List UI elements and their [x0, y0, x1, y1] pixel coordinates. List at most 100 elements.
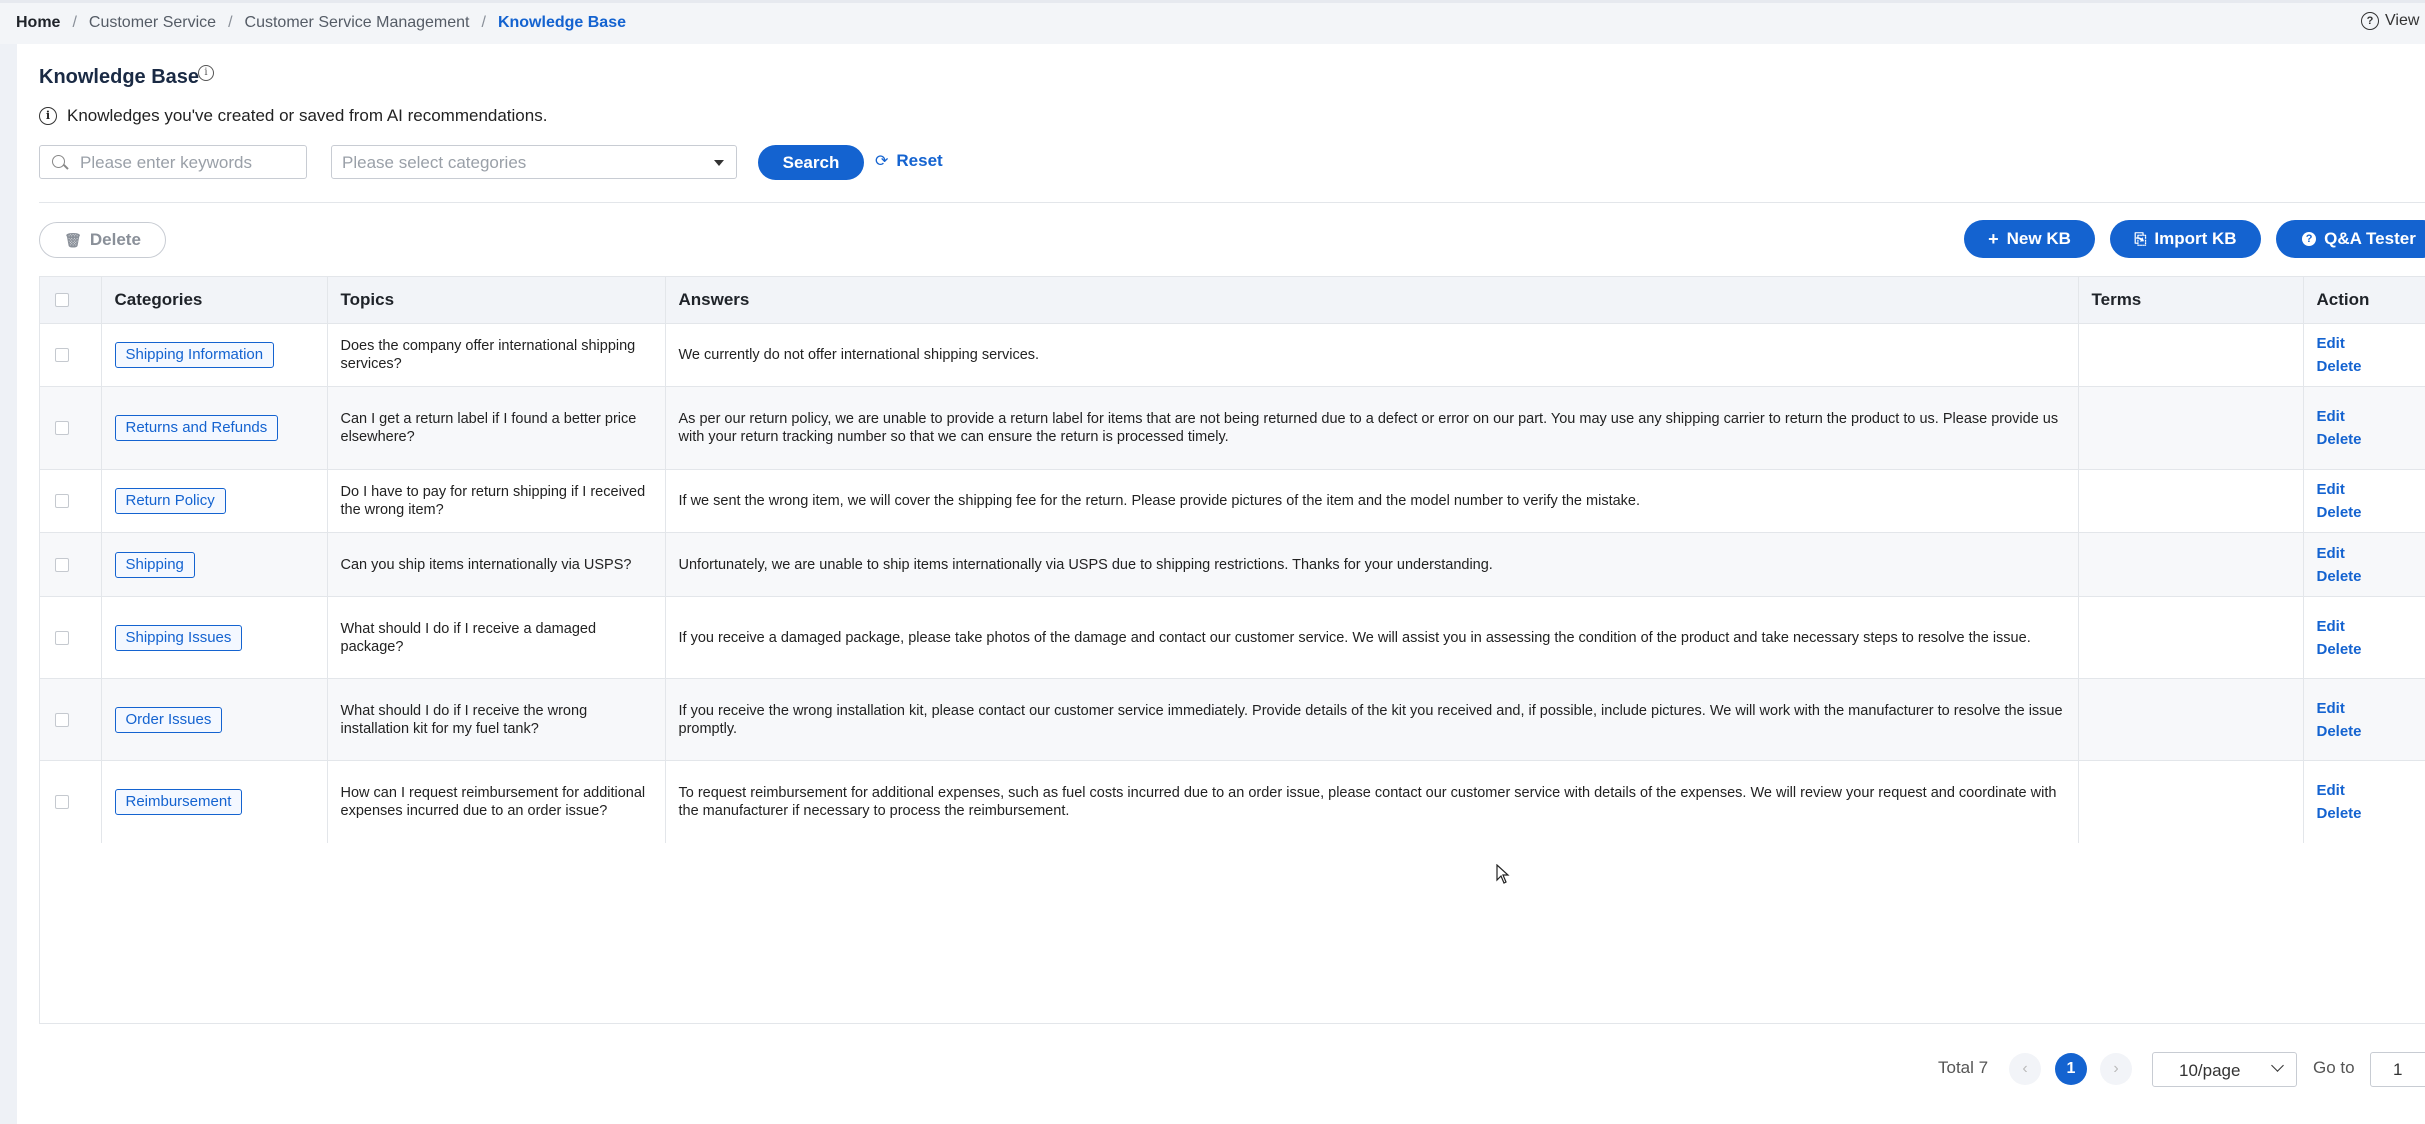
goto-page-input[interactable]: 1 — [2370, 1052, 2425, 1087]
page-hint-text: Knowledges you've created or saved from … — [67, 106, 547, 126]
top-bar: Home / Customer Service / Customer Service M… — [0, 0, 2425, 44]
select-all-cell — [40, 277, 101, 324]
prev-page-button[interactable]: ‹ — [2009, 1053, 2041, 1085]
table-row: Return Policy Do I have to pay for retur… — [40, 470, 2425, 533]
answer-cell: We currently do not offer international … — [665, 324, 2078, 387]
main-panel: Knowledge Base i i Knowledges you've cre… — [17, 44, 2425, 1124]
bulk-delete-label: Delete — [90, 230, 141, 250]
select-all-checkbox[interactable] — [55, 293, 69, 307]
topic-cell: Can I get a return label if I found a be… — [327, 387, 665, 470]
breadcrumb-separator: / — [72, 14, 76, 32]
page-number-current[interactable]: 1 — [2055, 1053, 2087, 1085]
delete-link[interactable]: Delete — [2317, 802, 2425, 825]
view-button-label: View I — [2385, 12, 2425, 30]
plus-icon: + — [1988, 229, 1999, 250]
row-checkbox[interactable] — [55, 494, 69, 508]
qa-tester-button[interactable]: ? Q&A Tester — [2276, 220, 2425, 258]
delete-link[interactable]: Delete — [2317, 638, 2425, 661]
category-tag: Order Issues — [115, 707, 223, 733]
delete-link[interactable]: Delete — [2317, 720, 2425, 743]
chevron-down-icon — [2271, 1059, 2284, 1072]
delete-link[interactable]: Delete — [2317, 565, 2425, 588]
table-row: Reimbursement How can I request reimburs… — [40, 761, 2425, 843]
answer-cell: If you receive the wrong installation ki… — [665, 679, 2078, 761]
search-button[interactable]: Search — [758, 145, 864, 180]
view-button[interactable]: ? View I — [2361, 12, 2425, 30]
answer-cell: As per our return policy, we are unable … — [665, 387, 2078, 470]
category-select[interactable]: Please select categories — [331, 145, 737, 179]
mouse-cursor-icon — [1496, 864, 1510, 884]
row-checkbox[interactable] — [55, 631, 69, 645]
topic-cell: Does the company offer international shi… — [327, 324, 665, 387]
search-icon — [52, 155, 65, 168]
keyword-input[interactable] — [78, 146, 302, 180]
table-header-row: Categories Topics Answers Terms Action — [40, 277, 2425, 324]
topic-cell: Can you ship items internationally via U… — [327, 533, 665, 597]
refresh-icon: ⟳ — [875, 151, 888, 171]
edit-link[interactable]: Edit — [2317, 332, 2425, 355]
table-row: Order Issues What should I do if I recei… — [40, 679, 2425, 761]
category-tag: Return Policy — [115, 488, 226, 514]
table-row: Shipping Information Does the company of… — [40, 324, 2425, 387]
delete-link[interactable]: Delete — [2317, 428, 2425, 451]
new-kb-label: New KB — [2007, 229, 2071, 249]
row-checkbox[interactable] — [55, 795, 69, 809]
help-circle-icon: ? — [2361, 12, 2379, 30]
breadcrumb-separator: / — [228, 14, 232, 32]
trash-icon: 🗑 — [64, 232, 82, 249]
keyword-search-box — [39, 145, 307, 179]
row-checkbox[interactable] — [55, 348, 69, 362]
title-info-icon[interactable]: i — [198, 65, 214, 81]
filter-divider — [39, 202, 2425, 203]
column-header-action: Action — [2303, 277, 2425, 324]
import-kb-label: Import KB — [2154, 229, 2236, 249]
page-hint: i Knowledges you've created or saved fro… — [39, 106, 547, 126]
topic-cell: What should I do if I receive the wrong … — [327, 679, 665, 761]
edit-link[interactable]: Edit — [2317, 615, 2425, 638]
delete-link[interactable]: Delete — [2317, 501, 2425, 524]
breadcrumb-customer-service-management[interactable]: Customer Service Management — [245, 14, 470, 32]
next-page-button[interactable]: › — [2100, 1053, 2132, 1085]
answer-cell: Unfortunately, we are unable to ship ite… — [665, 533, 2078, 597]
row-checkbox[interactable] — [55, 558, 69, 572]
column-header-terms: Terms — [2078, 277, 2303, 324]
category-tag: Shipping Issues — [115, 625, 243, 651]
category-tag: Returns and Refunds — [115, 415, 279, 441]
edit-link[interactable]: Edit — [2317, 542, 2425, 565]
page-title: Knowledge Base — [39, 66, 199, 89]
row-checkbox[interactable] — [55, 713, 69, 727]
bulk-delete-button[interactable]: 🗑 Delete — [39, 222, 166, 258]
reset-button[interactable]: ⟳ Reset — [875, 151, 943, 171]
question-circle-icon: ? — [2302, 232, 2316, 246]
page-size-select[interactable]: 10/page — [2152, 1052, 2297, 1087]
edit-link[interactable]: Edit — [2317, 779, 2425, 802]
caret-down-icon — [714, 160, 724, 166]
terms-cell — [2078, 597, 2303, 679]
goto-label: Go to — [2313, 1058, 2355, 1078]
column-header-answers: Answers — [665, 277, 2078, 324]
terms-cell — [2078, 324, 2303, 387]
terms-cell — [2078, 470, 2303, 533]
breadcrumb-customer-service[interactable]: Customer Service — [89, 14, 216, 32]
answer-cell: If we sent the wrong item, we will cover… — [665, 470, 2078, 533]
page-size-value: 10/page — [2179, 1061, 2240, 1081]
column-header-topics: Topics — [327, 277, 665, 324]
breadcrumb-current: Knowledge Base — [498, 14, 626, 32]
table-row: Shipping Can you ship items internationa… — [40, 533, 2425, 597]
answer-cell: If you receive a damaged package, please… — [665, 597, 2078, 679]
delete-link[interactable]: Delete — [2317, 355, 2425, 378]
new-kb-button[interactable]: + New KB — [1964, 220, 2095, 258]
file-import-icon: ⎘ — [2134, 231, 2146, 248]
breadcrumb-home[interactable]: Home — [16, 14, 60, 32]
pagination-total: Total 7 — [1938, 1058, 1988, 1078]
terms-cell — [2078, 761, 2303, 843]
reset-label: Reset — [896, 151, 942, 171]
edit-link[interactable]: Edit — [2317, 697, 2425, 720]
edit-link[interactable]: Edit — [2317, 478, 2425, 501]
import-kb-button[interactable]: ⎘ Import KB — [2110, 220, 2261, 258]
topic-cell: How can I request reimbursement for addi… — [327, 761, 665, 843]
edit-link[interactable]: Edit — [2317, 405, 2425, 428]
table-row: Returns and Refunds Can I get a return l… — [40, 387, 2425, 470]
category-select-placeholder: Please select categories — [342, 153, 526, 173]
row-checkbox[interactable] — [55, 421, 69, 435]
